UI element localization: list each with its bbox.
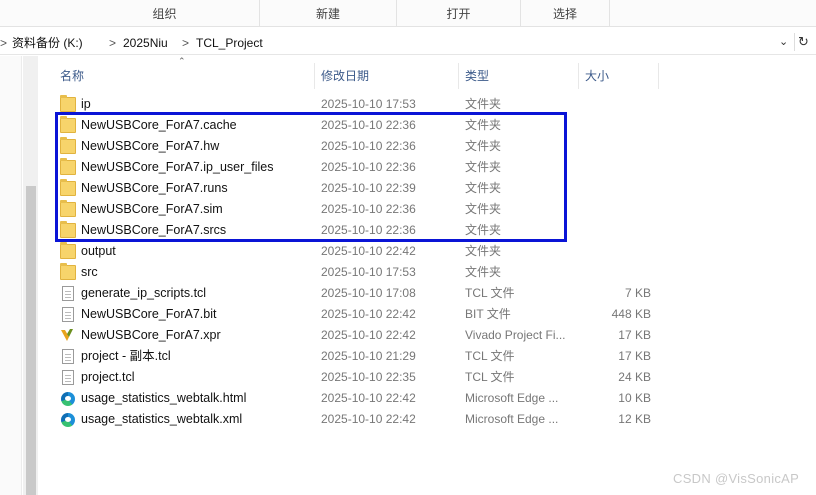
file-type: TCL 文件: [465, 349, 515, 363]
file-name: src: [81, 265, 98, 279]
file-name: project.tcl: [81, 370, 135, 384]
file-row[interactable]: usage_statistics_webtalk.html 2025-10-10 …: [50, 388, 651, 409]
file-row[interactable]: output 2025-10-10 22:42 文件夹: [50, 241, 610, 262]
chevron-down-icon[interactable]: ⌄: [779, 35, 788, 48]
file-date: 2025-10-10 21:29: [321, 349, 416, 363]
file-date: 2025-10-10 17:53: [321, 265, 416, 279]
file-size: 12 KB: [618, 412, 651, 426]
file-date: 2025-10-10 17:08: [321, 286, 416, 300]
vivado-icon: [60, 328, 76, 343]
file-date: 2025-10-10 22:42: [321, 412, 416, 426]
ribbon-group-new[interactable]: 新建: [260, 0, 397, 27]
file-date: 2025-10-10 22:42: [321, 307, 416, 321]
file-name: generate_ip_scripts.tcl: [81, 286, 207, 300]
column-header-date[interactable]: 修改日期: [315, 63, 459, 89]
file-row[interactable]: project - 副本.tcl 2025-10-10 21:29 TCL 文件 17…: [50, 346, 651, 367]
column-header-name[interactable]: 名称: [50, 63, 315, 89]
ribbon-group-open[interactable]: 打开: [397, 0, 521, 27]
file-name: project - 副本.tcl: [81, 349, 171, 363]
file-size: 17 KB: [618, 349, 651, 363]
file-row[interactable]: usage_statistics_webtalk.xml 2025-10-10 2…: [50, 409, 651, 430]
file-size: 17 KB: [618, 328, 651, 342]
breadcrumb-folder-tcl-project[interactable]: TCL_Project: [196, 35, 263, 51]
breadcrumb-folder-2025niu[interactable]: 2025Niu: [123, 35, 168, 51]
file-date: 2025-10-10 22:42: [321, 391, 416, 405]
breadcrumb-separator: >: [109, 36, 117, 50]
file-type: Vivado Project Fi...: [465, 328, 566, 342]
file-date: 2025-10-10 22:35: [321, 370, 416, 384]
bit-file-icon: [62, 307, 74, 322]
file-name: usage_statistics_webtalk.xml: [81, 412, 243, 426]
folder-icon: [60, 242, 76, 259]
file-row[interactable]: NewUSBCore_ForA7.xpr 2025-10-10 22:42 Viva…: [50, 325, 651, 346]
breadcrumb-separator: >: [0, 36, 8, 50]
file-name: output: [81, 244, 116, 258]
tcl-file-icon: [62, 349, 74, 364]
file-type: TCL 文件: [465, 286, 515, 300]
file-date: 2025-10-10 22:42: [321, 328, 416, 342]
file-type: 文件夹: [465, 265, 502, 279]
folder-icon: [60, 95, 76, 112]
file-type: BIT 文件: [465, 307, 511, 321]
file-row[interactable]: NewUSBCore_ForA7.bit 2025-10-10 22:42 BIT …: [50, 304, 651, 325]
file-name: usage_statistics_webtalk.html: [81, 391, 247, 405]
breadcrumb-separator: >: [182, 36, 190, 50]
file-size: 7 KB: [624, 286, 651, 300]
breadcrumb-drive[interactable]: 资料备份 (K:): [12, 35, 83, 51]
refresh-icon[interactable]: ↻: [794, 33, 812, 51]
ribbon: 组织 新建 打开 选择: [0, 0, 816, 27]
edge-icon: [61, 413, 75, 427]
file-row[interactable]: project.tcl 2025-10-10 22:35 TCL 文件 24 KB: [50, 367, 651, 388]
scrollbar-thumb[interactable]: [26, 186, 36, 495]
file-size: 24 KB: [618, 370, 651, 384]
file-name: NewUSBCore_ForA7.xpr: [81, 328, 221, 342]
file-row[interactable]: generate_ip_scripts.tcl 2025-10-10 17:08 T…: [50, 283, 651, 304]
tcl-file-icon: [62, 286, 74, 301]
file-type: 文件夹: [465, 244, 502, 258]
ribbon-group-organize[interactable]: 组织: [70, 0, 260, 27]
ribbon-group-select[interactable]: 选择: [521, 0, 610, 27]
file-size: 10 KB: [618, 391, 651, 405]
file-row[interactable]: src 2025-10-10 17:53 文件夹: [50, 262, 610, 283]
highlight-annotation-box: [55, 112, 567, 242]
column-header-type[interactable]: 类型: [459, 63, 579, 89]
file-name: NewUSBCore_ForA7.bit: [81, 307, 217, 321]
file-size: 448 KB: [611, 307, 651, 321]
folder-icon: [60, 263, 76, 280]
navigation-pane[interactable]: [0, 56, 22, 495]
edge-icon: [61, 392, 75, 406]
address-bar[interactable]: > 资料备份 (K:) > 2025Niu > TCL_Project ⌄ ↻: [0, 31, 816, 55]
file-type: Microsoft Edge ...: [465, 391, 559, 405]
watermark: CSDN @VisSonicAP: [673, 471, 800, 486]
file-date: 2025-10-10 22:42: [321, 244, 416, 258]
tcl-file-icon: [62, 370, 74, 385]
file-type: Microsoft Edge ...: [465, 412, 559, 426]
file-type: TCL 文件: [465, 370, 515, 384]
column-header-size[interactable]: 大小: [579, 63, 659, 89]
